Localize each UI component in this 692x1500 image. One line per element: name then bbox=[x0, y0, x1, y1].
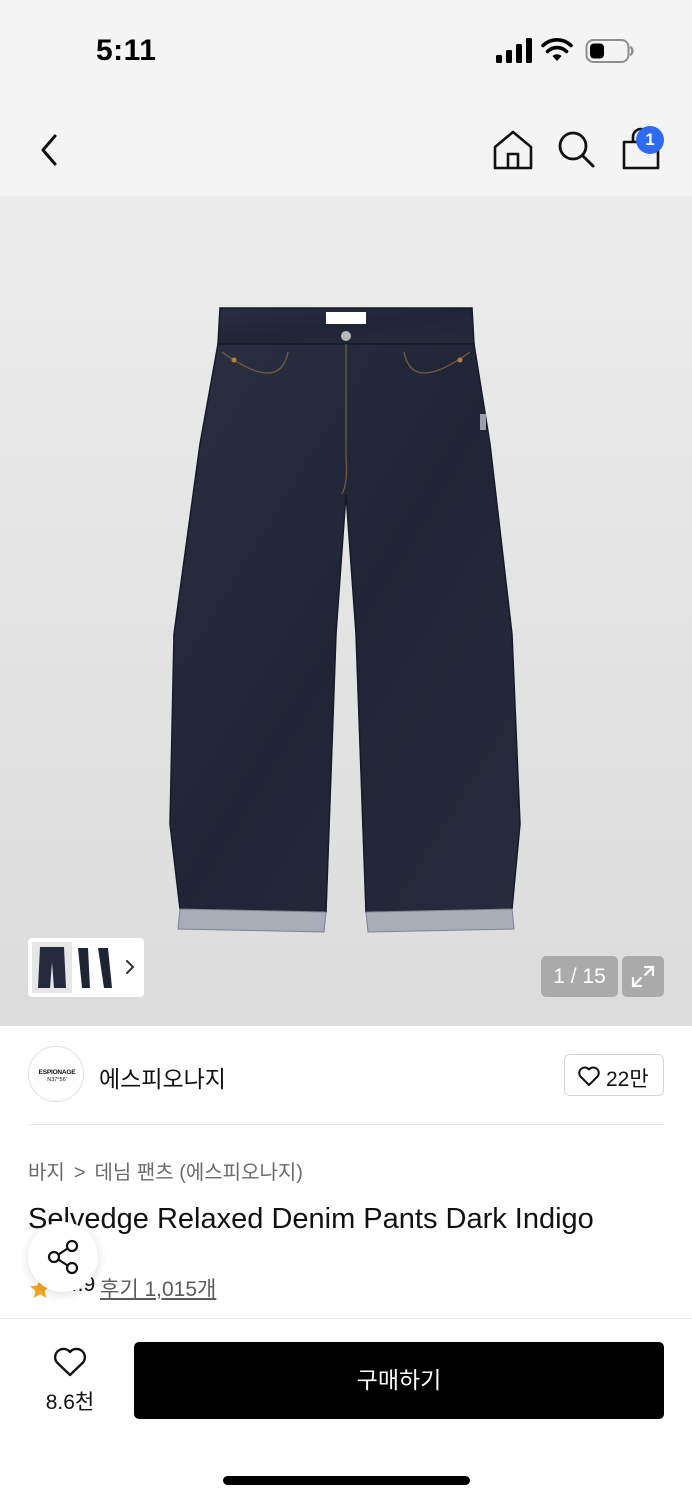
wishlist-button[interactable]: 8.6천 bbox=[28, 1344, 112, 1416]
breadcrumb-category[interactable]: 바지 bbox=[28, 1162, 65, 1184]
reviews-link[interactable]: 후기 1,015개 bbox=[100, 1273, 216, 1303]
product-image-gallery[interactable]: 1 / 15 bbox=[0, 196, 692, 1026]
battery-icon bbox=[585, 39, 634, 63]
breadcrumb-subcategory[interactable]: 데님 팬츠 (에스피오나지) bbox=[95, 1162, 303, 1184]
heart-outline-icon bbox=[53, 1347, 87, 1377]
product-image-jeans bbox=[169, 307, 521, 933]
wishlist-count: 8.6천 bbox=[45, 1391, 95, 1414]
product-title: Selvedge Relaxed Denim Pants Dark Indigo bbox=[28, 1203, 594, 1235]
thumbnail-strip[interactable] bbox=[28, 938, 144, 997]
back-icon[interactable] bbox=[34, 130, 64, 170]
product-page: 5:11 1 1 / 15 ESPIONAGE N37°56' 에스피오나지 2… bbox=[0, 0, 692, 1500]
status-time: 5:11 bbox=[96, 34, 157, 67]
brand-name[interactable]: 에스피오나지 bbox=[99, 1060, 226, 1094]
cart-count-badge: 1 bbox=[636, 126, 664, 154]
brand-logo[interactable]: ESPIONAGE N37°56' bbox=[28, 1046, 84, 1102]
chevron-right-icon bbox=[126, 960, 135, 974]
brand-logo-text: ESPIONAGE bbox=[38, 1069, 76, 1076]
expand-button[interactable] bbox=[622, 956, 664, 997]
heart-icon bbox=[578, 1066, 600, 1086]
image-counter: 1 / 15 bbox=[541, 956, 618, 997]
top-nav bbox=[0, 100, 692, 196]
breadcrumb-separator-icon: > bbox=[73, 1162, 86, 1184]
brand-like-count: 22만 bbox=[606, 1068, 649, 1091]
jeans-thumbnail[interactable] bbox=[32, 942, 118, 993]
home-indicator[interactable] bbox=[223, 1476, 470, 1485]
share-icon bbox=[47, 1239, 79, 1275]
status-bar: 5:11 bbox=[0, 0, 692, 100]
breadcrumb: 바지 > 데님 팬츠 (에스피오나지) bbox=[28, 1156, 303, 1185]
brand-like-button[interactable]: 22만 bbox=[564, 1054, 664, 1096]
search-icon[interactable] bbox=[555, 128, 597, 170]
home-icon[interactable] bbox=[491, 128, 535, 172]
share-button[interactable] bbox=[28, 1222, 98, 1292]
expand-icon bbox=[631, 965, 655, 988]
brand-logo-subtext: N37°56' bbox=[47, 1077, 67, 1083]
buy-button[interactable]: 구매하기 bbox=[134, 1342, 664, 1419]
wifi-icon bbox=[541, 38, 573, 61]
signal-icon bbox=[496, 38, 532, 63]
divider bbox=[28, 1124, 664, 1125]
